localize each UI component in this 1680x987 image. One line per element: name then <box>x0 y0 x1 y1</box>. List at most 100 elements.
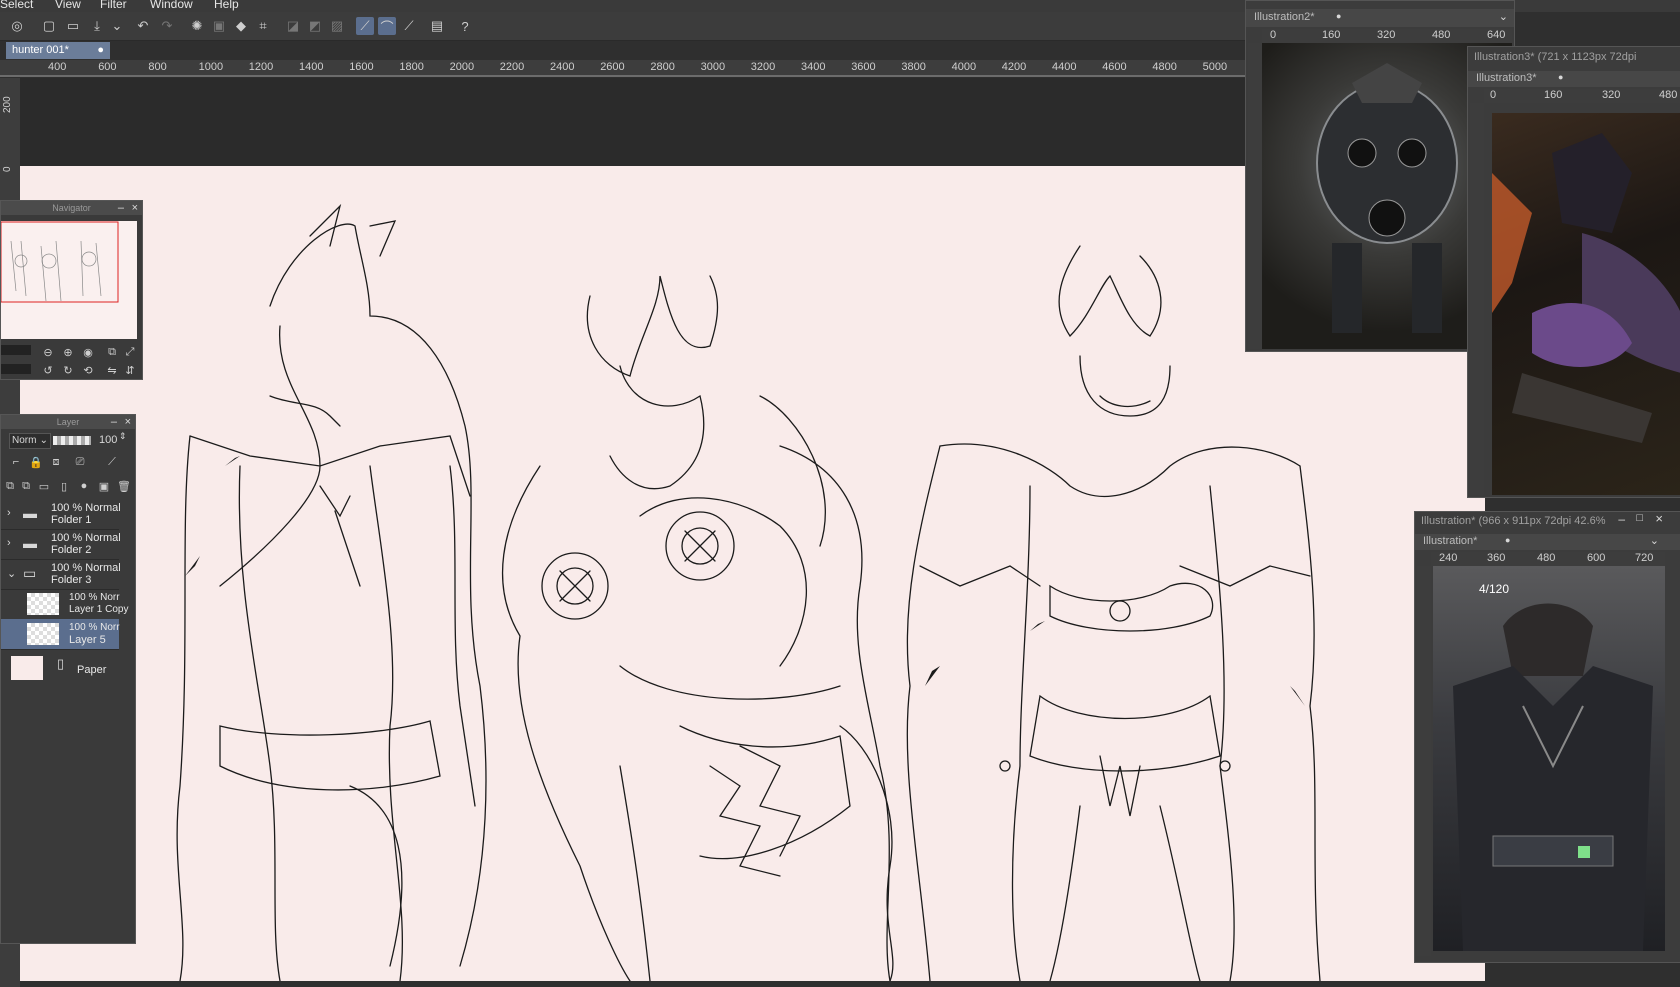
snap-ruler-icon[interactable]: ⟋ <box>356 17 374 35</box>
layer-row-paper[interactable]: ▯ Paper <box>1 654 119 684</box>
ruler-top-label: 1200 <box>248 61 274 73</box>
menu-help[interactable]: Help <box>214 0 239 11</box>
blend-mode-value: Norm <box>12 435 37 446</box>
tab-modified-dot-icon[interactable]: ● <box>1558 72 1563 82</box>
ref-tab[interactable]: Illustration2* <box>1250 11 1319 23</box>
ruler-top-label: 4400 <box>1052 61 1077 73</box>
minimize-icon[interactable]: – <box>118 201 124 215</box>
ref-tab-bar: Illustration* ● ⌄ <box>1415 534 1680 550</box>
close-icon[interactable]: × <box>132 201 138 215</box>
collapse-icon[interactable]: ⌄ <box>7 567 16 580</box>
trash-icon[interactable]: 🗑 <box>117 479 131 493</box>
folder-icon: ▬ <box>23 505 37 521</box>
app-logo-icon[interactable]: ◎ <box>8 17 26 35</box>
mask-icon[interactable]: ● <box>77 479 91 493</box>
loading-icon[interactable]: ✺ <box>188 17 206 35</box>
layer-blend-label: 100 % Normal <box>51 502 121 514</box>
opacity-slider[interactable] <box>53 436 91 445</box>
lock-icon[interactable]: 🔒 <box>29 455 43 469</box>
export-dropdown-icon[interactable]: ⌄ <box>108 17 126 35</box>
redo-icon[interactable]: ↷ <box>158 17 176 35</box>
expand-icon[interactable]: › <box>7 507 11 519</box>
reference-image[interactable] <box>1492 113 1680 495</box>
invert-selection-icon[interactable]: ◩ <box>306 17 324 35</box>
reference-image[interactable]: 4/120 <box>1433 566 1665 951</box>
snap-special-ruler-icon[interactable]: ⌒ <box>378 17 396 35</box>
chevron-down-icon[interactable]: ⌄ <box>1650 534 1659 547</box>
ruler-top-label: 4200 <box>1001 61 1027 73</box>
zoom-in-icon[interactable]: ⊕ <box>61 345 75 359</box>
layer-color-icon[interactable]: ⟋ <box>105 455 119 469</box>
flip-horizontal-icon[interactable]: ⇋ <box>105 363 119 377</box>
clip-layer-icon[interactable]: ⌐ <box>9 455 23 469</box>
opacity-stepper-icon[interactable]: ⇕ <box>119 431 127 442</box>
maximize-icon[interactable]: □ <box>1636 512 1643 524</box>
navigator-preview[interactable] <box>0 221 137 339</box>
fill-icon[interactable]: ◆ <box>232 17 250 35</box>
reset-rotation-icon[interactable]: ⟲ <box>81 363 95 377</box>
layer-row-folder-3[interactable]: ⌄ ▭ 100 % Normal Folder 3 <box>1 559 121 590</box>
export-icon[interactable]: ⤓ <box>88 17 106 35</box>
layer-row-folder-2[interactable]: › ▬ 100 % Normal Folder 2 <box>1 529 121 560</box>
tab-modified-dot-icon[interactable]: ● <box>1336 11 1341 21</box>
rotate-left-icon[interactable]: ↺ <box>41 363 55 377</box>
new-canvas-icon[interactable]: ▢ <box>40 17 58 35</box>
menu-select[interactable]: Select <box>0 0 33 11</box>
rotate-slider[interactable] <box>1 364 31 374</box>
tab-modified-dot-icon[interactable]: ● <box>1505 535 1510 545</box>
show-selection-icon[interactable]: ▨ <box>328 17 346 35</box>
blend-mode-select[interactable]: Norm ⌄ <box>9 433 51 449</box>
device-icon[interactable]: ▤ <box>428 17 446 35</box>
ruler-left-label: 200 <box>2 96 13 113</box>
transfer-down-icon[interactable]: ▯ <box>57 479 71 493</box>
ref-window-title: Illustration* (966 x 911px 72dpi 42.6% <box>1421 515 1606 527</box>
zoom-out-icon[interactable]: ⊖ <box>41 345 55 359</box>
new-raster-layer-icon[interactable]: ⧉ <box>3 479 17 493</box>
deselect-icon[interactable]: ◪ <box>284 17 302 35</box>
ruler-top-label: 2600 <box>600 61 625 73</box>
minimize-icon[interactable]: – <box>1618 512 1625 526</box>
ruler-label: 720 <box>1635 552 1654 564</box>
new-folder-icon[interactable]: ▭ <box>37 479 51 493</box>
document-tab[interactable]: hunter 001* ● <box>6 42 110 59</box>
undo-icon[interactable]: ↶ <box>134 17 152 35</box>
open-file-icon[interactable]: ▭ <box>64 17 82 35</box>
expand-icon[interactable]: › <box>7 537 11 549</box>
ruler-top-label: 3200 <box>750 61 776 73</box>
fit-icon[interactable]: ◉ <box>81 345 95 359</box>
snap-grid-icon[interactable]: ⟋ <box>400 17 418 35</box>
layer-blend-label: 100 % Norr <box>69 592 120 603</box>
fit-window-icon[interactable]: ⤢ <box>123 345 137 359</box>
menu-filter[interactable]: Filter <box>100 0 127 11</box>
layer-row-folder-1[interactable]: › ▬ 100 % Normal Folder 1 <box>1 499 121 530</box>
actual-size-icon[interactable]: ⧉ <box>105 345 119 359</box>
ruler-label: 240 <box>1439 552 1458 564</box>
close-icon[interactable]: × <box>125 415 131 429</box>
ref-ruler-top: 0 160 320 480 640 <box>1262 29 1512 43</box>
ref-ruler-top: 240 360 480 600 720 <box>1431 552 1665 566</box>
minimize-icon[interactable]: – <box>111 415 117 429</box>
apply-mask-icon[interactable]: ▣ <box>97 479 111 493</box>
reference-layer-icon[interactable]: ⎚ <box>73 455 87 469</box>
opacity-value[interactable]: 100 <box>99 434 117 446</box>
layer-name: Layer 1 Copy <box>69 604 129 615</box>
lock-transparent-icon[interactable]: ⧈ <box>49 455 63 469</box>
menu-window[interactable]: Window <box>150 0 193 11</box>
tab-modified-dot-icon[interactable]: ● <box>97 42 104 59</box>
rotate-right-icon[interactable]: ↻ <box>61 363 75 377</box>
layer-row-layer-5[interactable]: 100 % Norr Layer 5 <box>1 619 120 650</box>
layer-row-layer-1-copy[interactable]: 100 % Norr Layer 1 Copy <box>1 589 128 620</box>
transform-icon[interactable]: ▣ <box>210 17 228 35</box>
help-icon[interactable]: ? <box>456 17 474 35</box>
crop-icon[interactable]: ⌗ <box>254 17 272 35</box>
ref-tab[interactable]: Illustration3* <box>1472 72 1541 84</box>
chevron-down-icon[interactable]: ⌄ <box>1499 10 1508 23</box>
menu-view[interactable]: View <box>55 0 81 11</box>
navigator-panel: Navigator – × ⊖ ⊕ ◉ ⧉ ⤢ ↺ ↻ ⟲ ⇋ ⇵ <box>0 200 143 380</box>
close-icon[interactable]: × <box>1655 511 1663 526</box>
ruler-left-label: 0 <box>2 166 13 172</box>
new-vector-layer-icon[interactable]: ⧉ <box>19 479 33 493</box>
flip-vertical-icon[interactable]: ⇵ <box>123 363 137 377</box>
zoom-slider[interactable] <box>1 345 31 355</box>
ref-tab[interactable]: Illustration* <box>1419 535 1482 547</box>
